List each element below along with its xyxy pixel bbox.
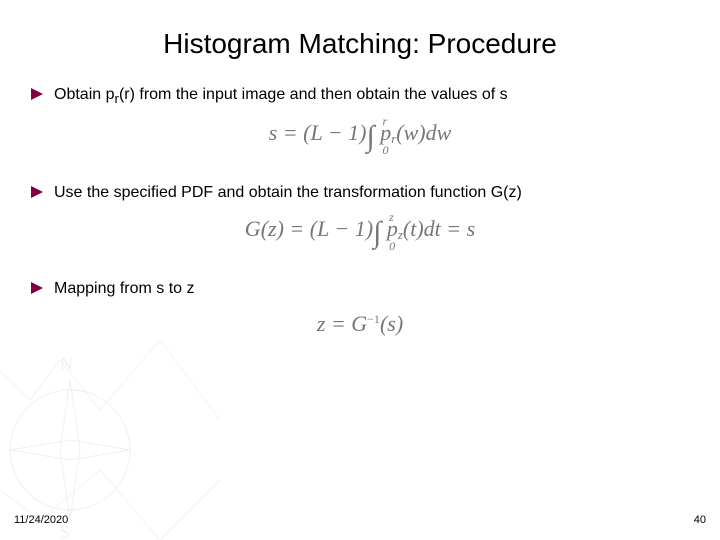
list-item-text: Obtain pr(r) from the input image and th… [54, 84, 508, 108]
slide-content: Obtain pr(r) from the input image and th… [0, 84, 720, 337]
list-item-text: Use the specified PDF and obtain the tra… [54, 182, 522, 204]
triangle-bullet-icon [30, 281, 44, 295]
triangle-bullet-icon [30, 87, 44, 101]
footer-page-number: 40 [694, 514, 706, 526]
footer-date: 11/24/2020 [14, 514, 68, 526]
list-item: Use the specified PDF and obtain the tra… [30, 182, 690, 204]
list-item: Mapping from s to z [30, 278, 690, 300]
slide-title: Histogram Matching: Procedure [0, 0, 720, 84]
equation: z = G−1(s) [30, 311, 690, 337]
equation: s = (L − 1)∫r0 pr(w)dw [30, 120, 690, 154]
triangle-bullet-icon [30, 185, 44, 199]
list-item-text: Mapping from s to z [54, 278, 195, 300]
slide-footer: 11/24/2020 40 [14, 514, 706, 526]
list-item: Obtain pr(r) from the input image and th… [30, 84, 690, 108]
svg-text:N: N [60, 354, 73, 374]
equation: G(z) = (L − 1)∫z0 pz(t)dt = s [30, 216, 690, 250]
